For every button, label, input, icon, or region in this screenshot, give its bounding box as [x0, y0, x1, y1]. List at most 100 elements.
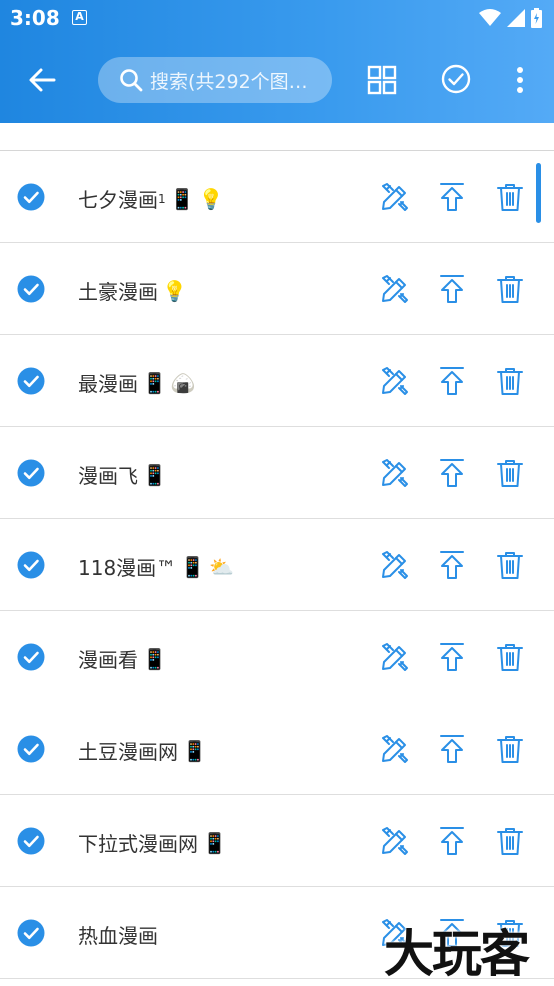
delete-icon — [497, 828, 523, 855]
delete-button[interactable] — [494, 641, 526, 673]
back-button[interactable] — [22, 60, 62, 100]
search-input[interactable]: 搜索(共292个图… — [98, 57, 332, 103]
more-options-button[interactable] — [508, 62, 532, 98]
delete-button[interactable] — [494, 457, 526, 489]
list-item[interactable]: 漫画看 📱 — [0, 611, 554, 703]
check-circle-filled-icon — [17, 735, 45, 763]
delete-button[interactable] — [494, 181, 526, 213]
delete-button[interactable] — [494, 549, 526, 581]
wifi-icon — [479, 9, 501, 26]
list-item[interactable]: 土豪漫画 💡 — [0, 243, 554, 335]
item-label: 热血漫画 — [78, 924, 158, 948]
delete-button[interactable] — [494, 733, 526, 765]
upload-icon — [440, 459, 464, 487]
list-item[interactable]: 七夕漫画 1 📱 💡 — [0, 151, 554, 243]
item-name: 漫画看 📱 — [78, 644, 167, 673]
item-emoji: 📱 — [142, 646, 167, 671]
grid-view-button[interactable] — [364, 62, 400, 98]
list-item[interactable]: 漫画飞 📱 — [0, 427, 554, 519]
list-item[interactable]: 最漫画 📱 🍙 — [0, 335, 554, 427]
check-circle-filled-icon — [17, 827, 45, 855]
item-checkbox[interactable] — [17, 735, 45, 763]
check-circle-filled-icon — [17, 919, 45, 947]
item-checkbox[interactable] — [17, 919, 45, 947]
item-label: 漫画飞 — [78, 464, 138, 488]
edit-icon — [382, 459, 408, 487]
upload-button[interactable] — [436, 273, 468, 305]
delete-icon — [497, 644, 523, 671]
upload-button[interactable] — [436, 549, 468, 581]
delete-icon — [497, 736, 523, 763]
item-name: 七夕漫画 1 📱 💡 — [78, 184, 223, 213]
item-emoji: 📱 — [142, 462, 167, 487]
item-checkbox[interactable] — [17, 459, 45, 487]
item-label: 土豆漫画网 — [78, 740, 178, 764]
edit-button[interactable] — [379, 641, 411, 673]
edit-icon — [382, 183, 408, 211]
item-checkbox[interactable] — [17, 551, 45, 579]
list-item[interactable]: 土豆漫画网 📱 — [0, 703, 554, 795]
edit-icon — [382, 367, 408, 395]
item-emoji: 🍙 — [170, 370, 196, 395]
edit-icon — [382, 827, 408, 855]
upload-button[interactable] — [436, 825, 468, 857]
upload-button[interactable] — [436, 365, 468, 397]
source-list: 七夕漫画 1 📱 💡 土豪漫画 💡 最漫画 📱 🍙 漫画飞 📱 118漫画™ 📱 ⛅ 漫画看 📱 土豆漫画网 📱 下… — [0, 150, 554, 979]
upload-icon — [440, 643, 464, 671]
item-emoji: 📱 — [180, 554, 206, 579]
edit-button[interactable] — [379, 365, 411, 397]
edit-button[interactable] — [379, 733, 411, 765]
edit-button[interactable] — [379, 181, 411, 213]
check-circle-filled-icon — [17, 459, 45, 487]
upload-icon — [440, 551, 464, 579]
item-subscript: 1 — [158, 191, 166, 206]
item-name: 最漫画 📱 🍙 — [78, 368, 196, 397]
item-checkbox[interactable] — [17, 643, 45, 671]
delete-button[interactable] — [494, 273, 526, 305]
upload-button[interactable] — [436, 457, 468, 489]
edit-button[interactable] — [379, 457, 411, 489]
check-circle-icon — [441, 64, 471, 94]
edit-icon — [382, 275, 408, 303]
upload-button[interactable] — [436, 641, 468, 673]
list-item[interactable]: 下拉式漫画网 📱 — [0, 795, 554, 887]
item-emoji: 📱 — [169, 186, 195, 211]
list-item[interactable]: 118漫画™ 📱 ⛅ — [0, 519, 554, 611]
item-label: 漫画看 — [78, 648, 138, 672]
item-checkbox[interactable] — [17, 183, 45, 211]
item-emoji: 📱 — [202, 830, 227, 855]
arrow-left-icon — [29, 68, 56, 92]
edit-button[interactable] — [379, 825, 411, 857]
delete-icon — [497, 184, 523, 211]
edit-button[interactable] — [379, 273, 411, 305]
toolbar: 搜索(共292个图… — [0, 38, 554, 123]
edit-icon — [382, 551, 408, 579]
scrollbar[interactable] — [536, 163, 541, 223]
item-checkbox[interactable] — [17, 275, 45, 303]
item-checkbox[interactable] — [17, 367, 45, 395]
upload-icon — [440, 827, 464, 855]
item-name: 118漫画™ 📱 ⛅ — [78, 552, 234, 581]
item-name: 土豪漫画 💡 — [78, 276, 187, 305]
upload-button[interactable] — [436, 181, 468, 213]
check-circle-filled-icon — [17, 183, 45, 211]
status-time: 3:08 — [10, 6, 60, 30]
delete-icon — [497, 368, 523, 395]
upload-button[interactable] — [436, 733, 468, 765]
delete-icon — [497, 460, 523, 487]
grid-view-icon — [367, 65, 397, 95]
delete-button[interactable] — [494, 365, 526, 397]
watermark: 大玩客 — [384, 924, 530, 983]
check-circle-filled-icon — [17, 275, 45, 303]
edit-icon — [382, 735, 408, 763]
delete-button[interactable] — [494, 825, 526, 857]
edit-button[interactable] — [379, 549, 411, 581]
select-all-button[interactable] — [438, 61, 474, 97]
item-name: 热血漫画 — [78, 920, 158, 949]
item-label: 下拉式漫画网 — [78, 832, 198, 856]
upload-icon — [440, 275, 464, 303]
check-circle-filled-icon — [17, 551, 45, 579]
search-placeholder: 搜索(共292个图… — [150, 70, 308, 93]
item-checkbox[interactable] — [17, 827, 45, 855]
item-emoji: 📱 — [142, 370, 167, 395]
